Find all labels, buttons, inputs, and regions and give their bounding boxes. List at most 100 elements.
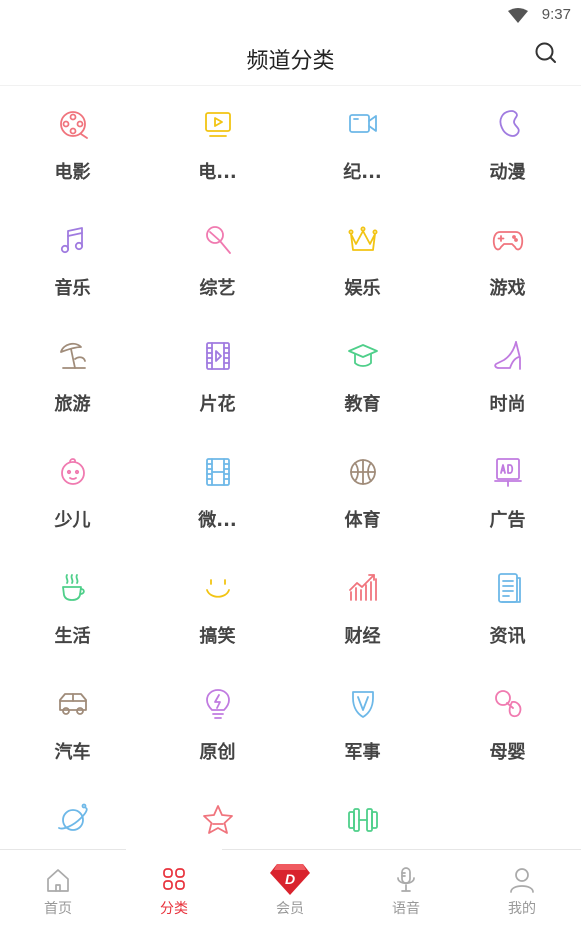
channel-label: 电影: [54, 162, 91, 183]
channel-label: 搞笑: [199, 626, 236, 647]
channel-item-dumbbell[interactable]: [290, 796, 435, 849]
channel-label: 微...: [198, 510, 237, 531]
channel-label: 广告: [489, 510, 526, 531]
baby-face-icon: [55, 454, 91, 490]
tab-label: 会员: [276, 901, 304, 917]
channel-label: 母婴: [489, 742, 526, 763]
channel-item-film-strip[interactable]: 微...: [145, 448, 290, 564]
tab-category-grid[interactable]: 分类: [116, 848, 232, 930]
ad-board-icon: [490, 454, 526, 490]
channel-item-car[interactable]: 汽车: [0, 680, 145, 796]
status-time: 9:37: [541, 6, 571, 23]
film-reel-icon: [55, 106, 91, 142]
channel-item-microphone[interactable]: 综艺: [145, 216, 290, 332]
channel-item-star[interactable]: [145, 796, 290, 849]
channel-item-chart-trend[interactable]: 财经: [290, 564, 435, 680]
channel-label: 游戏: [489, 278, 526, 299]
news-document-icon: [490, 570, 526, 606]
channel-label: 体育: [344, 510, 381, 531]
category-grid-icon: [160, 866, 188, 894]
channel-label: 少儿: [54, 510, 91, 531]
channel-label: 纪...: [343, 162, 382, 183]
smile-icon: [200, 570, 236, 606]
channel-item-lightbulb[interactable]: 原创: [145, 680, 290, 796]
tab-label: 首页: [44, 901, 72, 917]
microphone-icon: [392, 866, 420, 894]
tv-play-icon: [200, 106, 236, 142]
car-icon: [55, 686, 91, 722]
tab-home[interactable]: 首页: [0, 850, 116, 930]
svg-text:D: D: [285, 871, 295, 887]
channel-label: 教育: [344, 394, 381, 415]
channel-item-film-clip[interactable]: 片花: [145, 332, 290, 448]
channel-grid: 电影 电... 纪... 动漫音乐 综艺 娱乐 游戏旅游 片花 教育 时尚少儿 微... 体育 广告生活…: [0, 100, 581, 849]
channel-item-hot-cup[interactable]: 生活: [0, 564, 145, 680]
video-camera-icon: [345, 106, 381, 142]
channel-item-news-document[interactable]: 资讯: [435, 564, 580, 680]
channel-label: 汽车: [54, 742, 91, 763]
bottom-tab-bar: 首页 分类 D 会员 语音 我的: [0, 848, 581, 930]
channel-label: 综艺: [199, 278, 236, 299]
home-icon: [44, 866, 72, 894]
tab-user[interactable]: 我的: [464, 850, 580, 930]
channel-label: 原创: [199, 742, 236, 763]
channel-label: 资讯: [489, 626, 526, 647]
film-strip-icon: [200, 454, 236, 490]
tab-vip-diamond[interactable]: D 会员: [232, 850, 348, 930]
wifi-icon: [508, 8, 528, 23]
channel-item-bean[interactable]: 动漫: [435, 100, 580, 216]
music-note-icon: [55, 222, 91, 258]
graduation-cap-icon: [345, 338, 381, 374]
vip-diamond-icon: D: [269, 862, 311, 896]
channel-item-gamepad[interactable]: 游戏: [435, 216, 580, 332]
channel-label: 片花: [199, 394, 236, 415]
crown-icon: [345, 222, 381, 258]
channel-label: 旅游: [54, 394, 91, 415]
channel-label: 电...: [198, 162, 237, 183]
channel-item-planet[interactable]: [0, 796, 145, 849]
channel-item-crown[interactable]: 娱乐: [290, 216, 435, 332]
status-bar: 9:37: [0, 0, 581, 32]
channel-item-music-note[interactable]: 音乐: [0, 216, 145, 332]
star-icon: [200, 802, 236, 838]
channel-item-ad-board[interactable]: 广告: [435, 448, 580, 564]
high-heel-icon: [490, 338, 526, 374]
lightbulb-icon: [200, 686, 236, 722]
tab-label: 分类: [160, 901, 188, 917]
military-badge-icon: [345, 686, 381, 722]
header: 频道分类: [0, 32, 581, 86]
channel-item-film-reel[interactable]: 电影: [0, 100, 145, 216]
pacifier-icon: [490, 686, 526, 722]
tab-label: 我的: [508, 901, 536, 917]
microphone-icon: [200, 222, 236, 258]
planet-icon: [55, 802, 91, 838]
tab-microphone[interactable]: 语音: [348, 850, 464, 930]
channel-label: 军事: [344, 742, 381, 763]
channel-item-military-badge[interactable]: 军事: [290, 680, 435, 796]
film-clip-icon: [200, 338, 236, 374]
gamepad-icon: [490, 222, 526, 258]
channel-label: 动漫: [489, 162, 526, 183]
channel-item-beach-umbrella[interactable]: 旅游: [0, 332, 145, 448]
channel-label: 娱乐: [344, 278, 381, 299]
channel-item-smile[interactable]: 搞笑: [145, 564, 290, 680]
bean-icon: [490, 106, 526, 142]
chart-trend-icon: [345, 570, 381, 606]
tab-label: 语音: [392, 901, 420, 917]
user-icon: [508, 866, 536, 894]
channel-item-pacifier[interactable]: 母婴: [435, 680, 580, 796]
channel-item-high-heel[interactable]: 时尚: [435, 332, 580, 448]
dumbbell-icon: [345, 802, 381, 838]
search-icon[interactable]: [533, 40, 559, 66]
channel-item-graduation-cap[interactable]: 教育: [290, 332, 435, 448]
hot-cup-icon: [55, 570, 91, 606]
basketball-icon: [345, 454, 381, 490]
channel-item-tv-play[interactable]: 电...: [145, 100, 290, 216]
channel-item-baby-face[interactable]: 少儿: [0, 448, 145, 564]
channel-item-video-camera[interactable]: 纪...: [290, 100, 435, 216]
beach-umbrella-icon: [55, 338, 91, 374]
channel-item-basketball[interactable]: 体育: [290, 448, 435, 564]
channel-label: 音乐: [54, 278, 91, 299]
page-title: 频道分类: [246, 49, 335, 74]
channel-label: 时尚: [489, 394, 526, 415]
